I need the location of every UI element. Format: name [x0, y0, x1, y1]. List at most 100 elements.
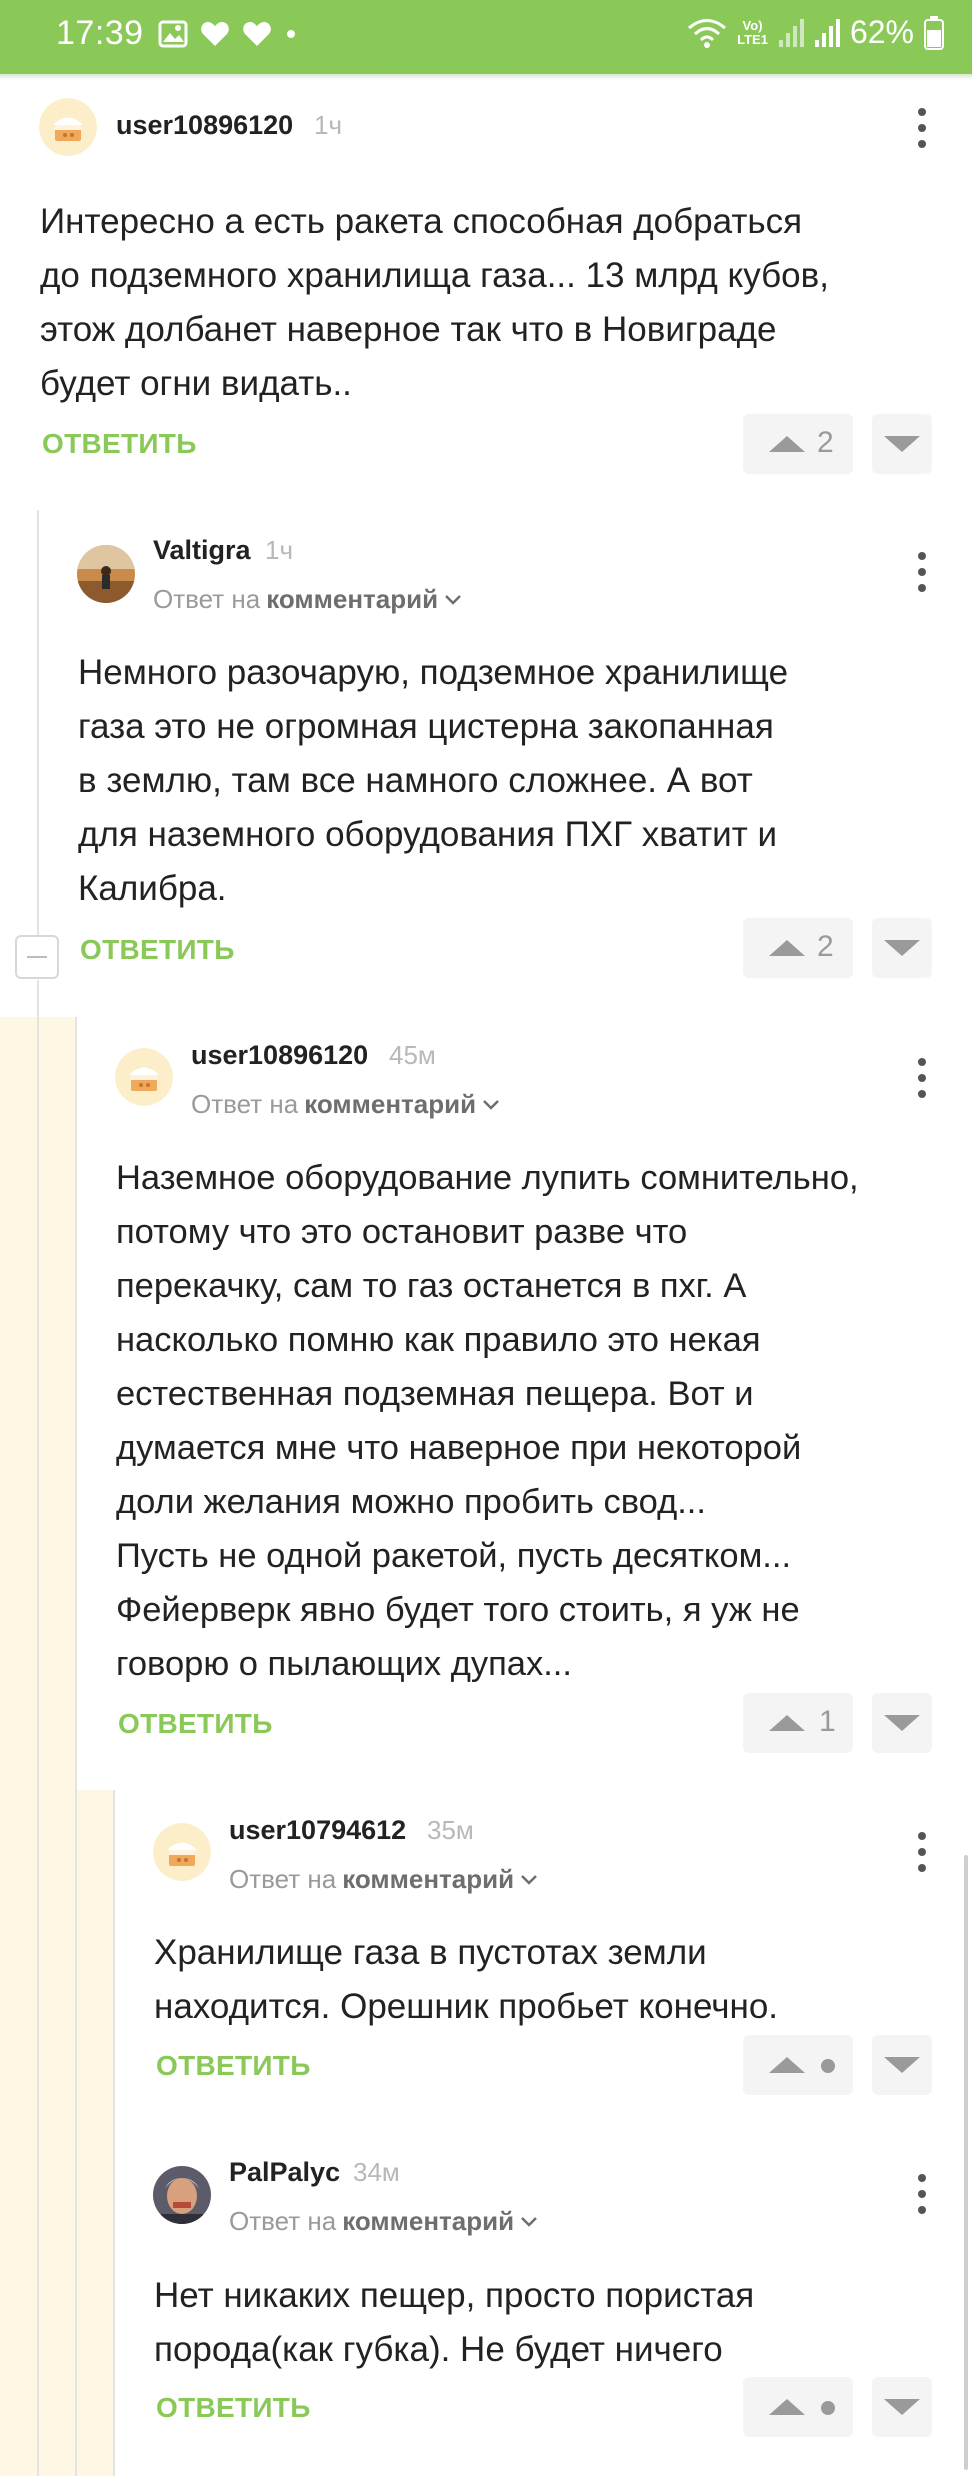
signal-icon [778, 18, 804, 47]
scrollbar[interactable] [964, 1855, 968, 2470]
reply-button[interactable]: ОТВЕТИТЬ [118, 1708, 273, 1740]
reply-to-link[interactable]: Ответ на комментарий [153, 584, 462, 615]
avatar[interactable] [153, 2166, 211, 2224]
reply-target: комментарий [266, 584, 439, 614]
comment-text: Наземное оборудование лупить сомнительно… [116, 1151, 966, 1691]
network-bottom: LTE1 [737, 31, 768, 47]
comment-text: Интересно а есть ракета способная добрат… [40, 195, 960, 411]
reply-prefix: Ответ на [191, 1089, 299, 1119]
more-options-button[interactable] [902, 2172, 942, 2216]
username[interactable]: user10896120 [191, 1040, 368, 1071]
notification-icons [158, 20, 298, 48]
vote-widget [743, 2377, 853, 2437]
reply-button[interactable]: ОТВЕТИТЬ [80, 934, 235, 966]
vote-widget: 2 [743, 918, 853, 978]
more-options-button[interactable] [902, 1056, 942, 1100]
heart-icon [243, 22, 271, 46]
vote-neutral-dot [821, 2059, 835, 2073]
thread-line [75, 1017, 77, 2476]
status-bar: 17:39 Vo) LTE1 62% [0, 0, 972, 74]
text-line: Хранилище газа в пустотах земли [154, 1933, 707, 1972]
downvote-icon[interactable] [872, 2377, 932, 2437]
reply-to-link[interactable]: Ответ на комментарий [229, 2206, 538, 2237]
downvote-icon[interactable] [872, 414, 932, 474]
downvote-icon[interactable] [872, 1693, 932, 1753]
text-line: Немного разочарую, подземное хранилище [78, 653, 789, 692]
wifi-icon [688, 18, 727, 48]
text-line: находится. Орешник пробьет конечно. [154, 1987, 779, 2026]
more-options-button[interactable] [902, 106, 942, 150]
status-time: 17:39 [56, 14, 144, 52]
avatar[interactable] [39, 98, 97, 156]
upvote-icon[interactable] [757, 414, 817, 474]
avatar[interactable] [115, 1048, 173, 1106]
text-line: думается мне что наверное при некоторой [116, 1429, 802, 1467]
username[interactable]: user10794612 [229, 1815, 406, 1846]
text-line: в землю, там все намного сложнее. А вот [78, 761, 753, 800]
text-line: Фейерверк явно будет того стоить, я уж н… [116, 1591, 800, 1629]
cake-avatar-icon [153, 1823, 211, 1881]
reply-to-link[interactable]: Ответ на комментарий [191, 1089, 500, 1120]
thread-line [37, 510, 39, 955]
reply-target: комментарий [304, 1089, 477, 1119]
status-right: Vo) LTE1 62% [687, 14, 944, 51]
comment-time: 45м [389, 1040, 436, 1070]
vote-neutral-dot [821, 2401, 835, 2415]
reply-button[interactable]: ОТВЕТИТЬ [156, 2392, 311, 2424]
comment-time: 35м [427, 1815, 474, 1845]
reply-button[interactable]: ОТВЕТИТЬ [156, 2050, 311, 2082]
text-line: Пусть не одной ракетой, пусть десятком..… [116, 1537, 792, 1575]
vote-count: 1 [819, 1705, 836, 1738]
vote-count: 2 [817, 930, 834, 963]
upvote-icon[interactable] [757, 2035, 817, 2095]
downvote-icon[interactable] [872, 2035, 932, 2095]
text-line: насколько помню как правило это некая [116, 1321, 761, 1359]
more-options-button[interactable] [902, 550, 942, 594]
vote-widget: 1 [743, 1693, 853, 1753]
reply-prefix: Ответ на [229, 2206, 337, 2236]
photo-avatar-icon [77, 545, 135, 603]
upvote-icon[interactable] [757, 2377, 817, 2437]
vote-widget: 2 [743, 414, 853, 474]
comment-text: Хранилище газа в пустотах земли находитс… [154, 1926, 954, 2034]
downvote-icon[interactable] [872, 918, 932, 978]
username[interactable]: Valtigra [153, 535, 251, 566]
username[interactable]: user10896120 [116, 110, 293, 141]
avatar[interactable] [77, 545, 135, 603]
reply-prefix: Ответ на [153, 584, 261, 614]
reply-button[interactable]: ОТВЕТИТЬ [42, 428, 197, 460]
text-line: будет огни видать.. [40, 364, 352, 403]
text-line: до подземного хранилища газа... 13 млрд … [40, 256, 829, 295]
reply-to-link[interactable]: Ответ на комментарий [229, 1864, 538, 1895]
text-line: доли желания можно пробить свод... [116, 1483, 706, 1521]
collapse-thread-button[interactable] [15, 935, 59, 979]
text-line: говорю о пылающих дупах... [116, 1645, 572, 1683]
text-line: Наземное оборудование лупить сомнительно… [116, 1159, 859, 1197]
upvote-icon[interactable] [757, 918, 817, 978]
text-line: Интересно а есть ракета способная добрат… [40, 202, 803, 241]
network-label: Vo) LTE1 [737, 18, 768, 47]
chevron-down-icon [445, 594, 461, 605]
reply-target: комментарий [342, 2206, 515, 2236]
reply-prefix: Ответ на [229, 1864, 337, 1894]
avatar[interactable] [153, 1823, 211, 1881]
username[interactable]: PalPalyc [229, 2157, 340, 2188]
comment-time: 34м [353, 2157, 400, 2187]
battery-icon [924, 15, 944, 50]
text-line: для наземного оборудования ПХГ хватит и [78, 815, 778, 854]
downvote-box [872, 2035, 932, 2095]
text-line: естественная подземная пещера. Вот и [116, 1375, 754, 1413]
downvote-box [872, 918, 932, 978]
status-shadow [0, 74, 972, 80]
chevron-down-icon [483, 1099, 499, 1110]
thread-highlight-nested [76, 1790, 114, 2476]
chevron-down-icon [521, 1874, 537, 1885]
signal-icon [814, 18, 840, 47]
more-options-button[interactable] [902, 1830, 942, 1874]
upvote-icon[interactable] [757, 1693, 817, 1753]
image-icon [158, 20, 188, 48]
text-line: перекачку, сам то газ останется в пхг. А [116, 1267, 747, 1305]
vote-widget [743, 2035, 853, 2095]
text-line: Калибра. [78, 869, 227, 908]
comment-text: Немного разочарую, подземное хранилище г… [78, 646, 958, 916]
